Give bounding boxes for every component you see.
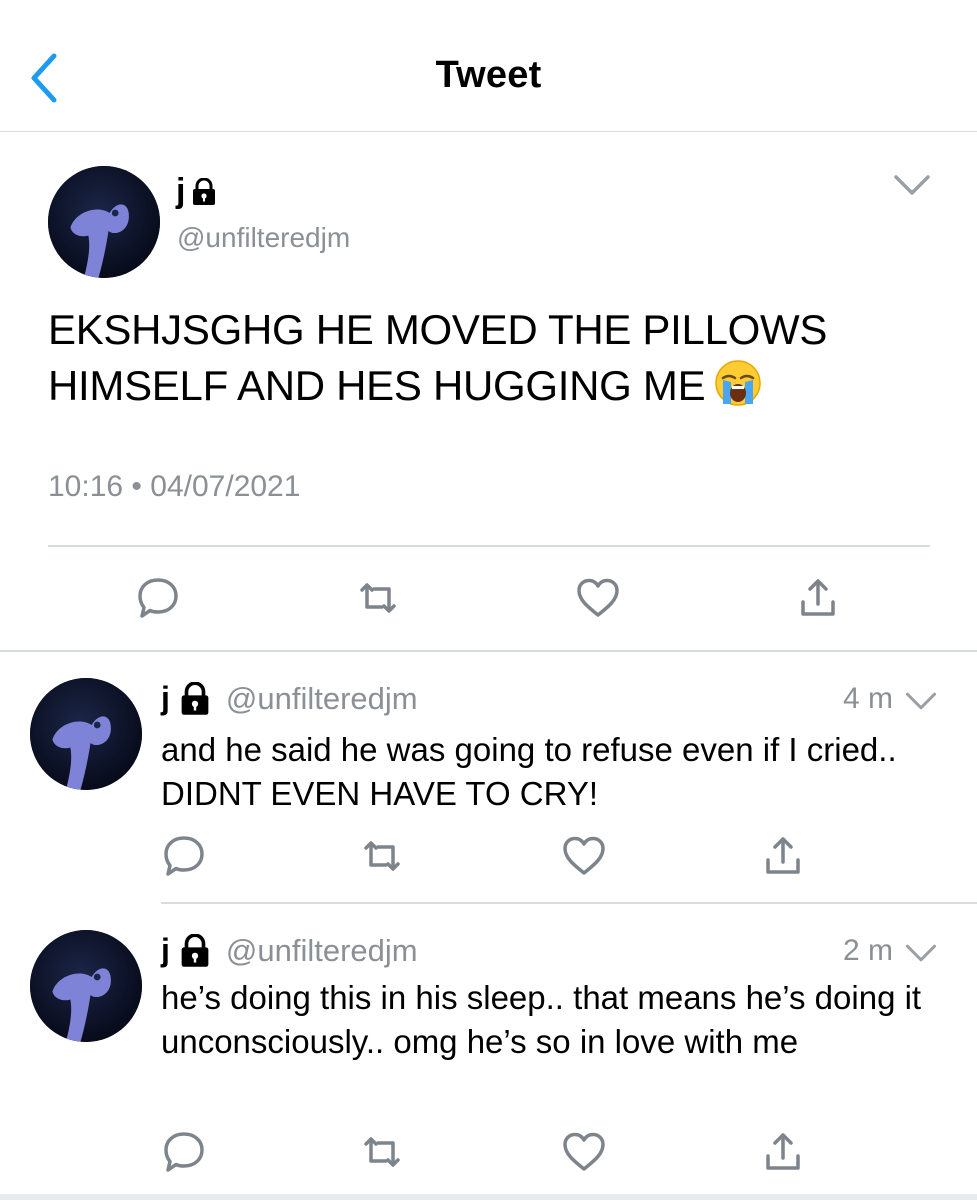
reply-timestamp: 2 m [843, 934, 894, 967]
tweet-time: 10:16 [48, 470, 124, 503]
share-icon [801, 579, 835, 616]
share-icon [766, 837, 800, 874]
reply-icon [138, 578, 178, 618]
avatar-image [30, 678, 142, 790]
like-button[interactable] [560, 1128, 608, 1176]
more-options-button[interactable] [904, 942, 938, 964]
reply-header: j @unfilteredjm [161, 932, 418, 969]
author-handle: @unfilteredjm [225, 680, 418, 716]
like-button[interactable] [574, 574, 622, 622]
avatar[interactable] [30, 678, 142, 790]
tweet-body: EKSHJSGHG HE MOVED THE PILLOWS HIMSELF A… [48, 306, 828, 409]
reply-icon [164, 836, 204, 876]
more-options-button[interactable] [904, 690, 938, 712]
divider [48, 545, 930, 547]
chevron-down-icon [905, 692, 937, 710]
reply-button[interactable] [160, 1128, 208, 1176]
author-handle: @unfilteredjm [177, 222, 351, 253]
reply-text: and he said he was going to refuse even … [161, 731, 897, 812]
reply-button[interactable] [160, 832, 208, 880]
author-handle: @unfilteredjm [225, 932, 418, 968]
author-name: j [176, 172, 217, 211]
retweet-icon [364, 1137, 400, 1167]
avatar[interactable] [48, 166, 160, 278]
reply-header: j @unfilteredjm [161, 680, 418, 717]
heart-icon [563, 836, 605, 875]
bottom-edge [0, 1194, 977, 1200]
reply-text: he’s doing this in his sleep.. that mean… [161, 979, 922, 1060]
lock-icon [191, 177, 217, 206]
chevron-down-icon [905, 944, 937, 962]
retweet-button[interactable] [358, 1128, 406, 1176]
avatar[interactable] [30, 930, 142, 1042]
heart-icon [563, 1132, 605, 1171]
avatar-image [30, 930, 142, 1042]
top-bar: Tweet [0, 0, 977, 132]
reply-icon [164, 1132, 204, 1172]
divider [0, 650, 977, 652]
chevron-down-icon [894, 175, 930, 195]
retweet-icon [360, 583, 396, 613]
author-display-name: j [176, 172, 186, 210]
share-button[interactable] [759, 832, 807, 880]
tweet-date: 04/07/2021 [150, 470, 301, 503]
retweet-button[interactable] [354, 574, 402, 622]
tweet-timestamp: 10:16 • 04/07/2021 [48, 470, 300, 504]
share-button[interactable] [794, 574, 842, 622]
loudly-crying-face-emoji [713, 358, 763, 422]
timestamp-separator: • [131, 470, 142, 503]
retweet-button[interactable] [358, 832, 406, 880]
avatar-image [48, 166, 160, 278]
share-button[interactable] [759, 1128, 807, 1176]
author-display-name: j [161, 932, 170, 968]
author-display-name: j [161, 680, 170, 716]
retweet-icon [364, 841, 400, 871]
lock-icon [178, 933, 212, 968]
lock-icon [178, 681, 212, 716]
heart-icon [577, 578, 619, 617]
share-icon [766, 1133, 800, 1170]
like-button[interactable] [560, 832, 608, 880]
divider [161, 902, 977, 904]
reply-button[interactable] [134, 574, 182, 622]
page-title: Tweet [435, 54, 542, 96]
reply-timestamp: 4 m [843, 682, 894, 715]
tweet-text: EKSHJSGHG HE MOVED THE PILLOWS HIMSELF A… [48, 302, 948, 422]
more-options-button[interactable] [892, 172, 932, 198]
